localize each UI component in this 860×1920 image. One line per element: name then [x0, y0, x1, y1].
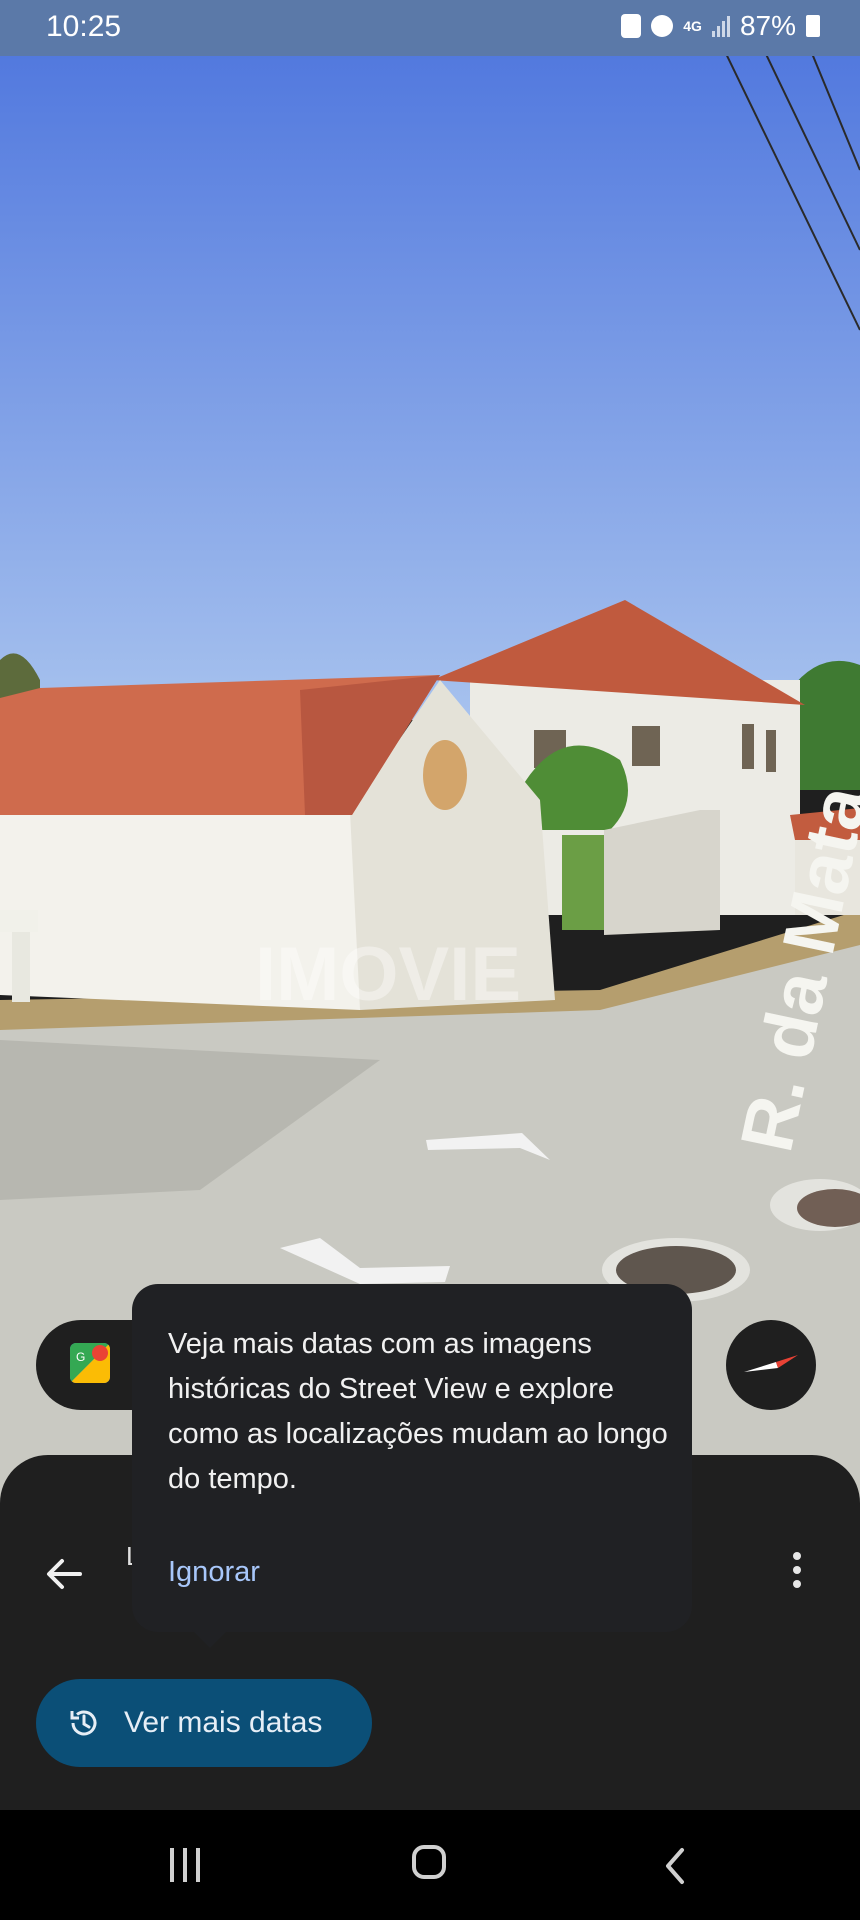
historical-imagery-tooltip: Veja mais datas com as imagens histórica…	[132, 1284, 692, 1648]
compass-button[interactable]	[726, 1320, 816, 1410]
tooltip-message: Veja mais datas com as imagens histórica…	[168, 1328, 668, 1495]
notification-icon	[621, 14, 642, 38]
signal-icon	[711, 15, 730, 37]
tooltip-caret	[192, 1630, 228, 1648]
alarm-icon	[651, 15, 674, 37]
see-more-dates-label: Ver mais datas	[124, 1706, 323, 1739]
status-bar: 10:25 4G 87%	[0, 0, 860, 56]
battery-percent: 87%	[739, 10, 796, 41]
status-icons: 4G 87%	[621, 10, 820, 42]
svg-text:G: G	[76, 1350, 85, 1364]
battery-icon	[806, 15, 820, 37]
more-options-button[interactable]	[790, 1552, 804, 1592]
see-more-dates-button[interactable]: Ver mais datas	[36, 1679, 372, 1767]
google-maps-icon[interactable]: G	[70, 1343, 110, 1383]
system-back-button[interactable]	[660, 1846, 690, 1886]
watermark-text: IMOVIE	[255, 932, 521, 1017]
network-type-icon: 4G	[683, 18, 702, 34]
more-vert-icon	[793, 1552, 801, 1560]
compass-icon	[744, 1355, 798, 1372]
system-nav-bar	[0, 1810, 860, 1920]
chevron-left-icon	[666, 1848, 684, 1884]
home-button[interactable]	[412, 1845, 446, 1879]
arrow-left-icon	[47, 1559, 82, 1589]
back-arrow-button[interactable]	[40, 1550, 88, 1598]
recents-button[interactable]	[170, 1848, 210, 1884]
history-icon	[70, 1710, 97, 1736]
status-time: 10:25	[46, 10, 122, 43]
tooltip-dismiss-button[interactable]: Ignorar	[168, 1552, 260, 1592]
